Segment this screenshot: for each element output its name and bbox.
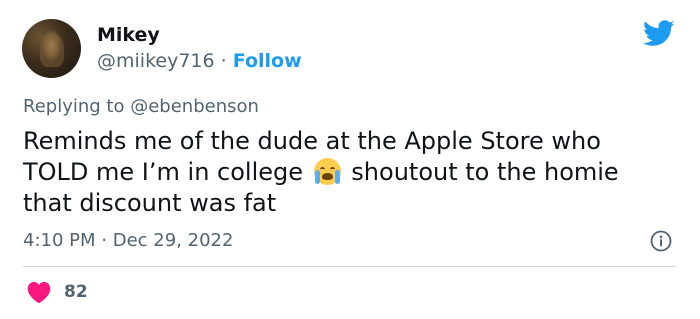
tweet-line-2-start: TOLD me I’m in college — [23, 158, 304, 186]
reply-mention-link[interactable]: @ebenbenson — [130, 96, 259, 117]
twitter-bird-icon[interactable] — [643, 20, 675, 47]
replying-to: Replying to @ebenbenson — [23, 96, 259, 118]
divider — [23, 266, 676, 267]
author-handle-row: @miikey716 · Follow — [97, 49, 302, 73]
avatar[interactable] — [22, 19, 81, 78]
tweet-text: Reminds me of the dude at the Apple Stor… — [23, 126, 673, 219]
tweet-line-2: TOLD me I’m in college shoutout to the h… — [23, 157, 673, 188]
author-name[interactable]: Mikey — [97, 23, 160, 47]
author-handle[interactable]: @miikey716 — [97, 50, 215, 72]
info-icon[interactable] — [650, 230, 672, 252]
handle-separator: · — [220, 50, 227, 72]
timestamp-separator: · — [101, 230, 107, 251]
like-action[interactable]: 82 — [26, 280, 88, 304]
tweet-date[interactable]: Dec 29, 2022 — [113, 230, 234, 251]
follow-button[interactable]: Follow — [233, 50, 302, 72]
like-count: 82 — [64, 282, 88, 302]
tweet-line-2-end: shoutout to the homie — [351, 158, 619, 186]
replying-to-label: Replying to — [23, 96, 125, 117]
loudly-crying-face-icon — [313, 158, 341, 185]
heart-icon[interactable] — [26, 280, 52, 304]
tweet-time[interactable]: 4:10 PM — [23, 230, 96, 251]
tweet-timestamp[interactable]: 4:10 PM · Dec 29, 2022 — [23, 230, 233, 252]
tweet-line-1: Reminds me of the dude at the Apple Stor… — [23, 127, 601, 155]
tweet-line-3: that discount was fat — [23, 189, 277, 217]
